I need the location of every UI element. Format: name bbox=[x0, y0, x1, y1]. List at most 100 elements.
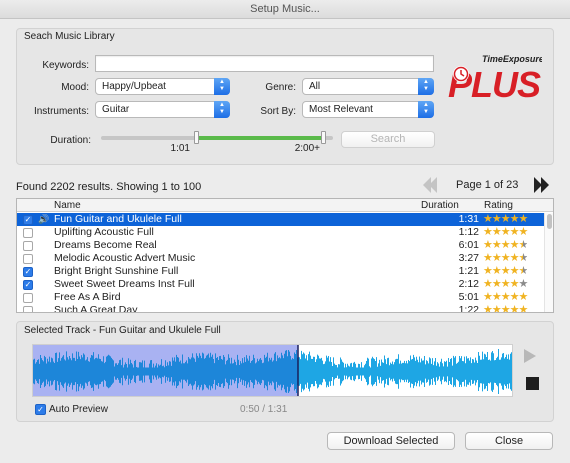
genre-select[interactable]: All ▲ ▼ bbox=[302, 78, 434, 95]
instruments-select-value: Guitar bbox=[102, 104, 130, 115]
star-icon: ★ bbox=[491, 252, 502, 264]
duration-slider-range bbox=[198, 136, 323, 140]
auto-preview-label[interactable]: Auto Preview bbox=[49, 404, 108, 415]
track-duration: 1:12 bbox=[458, 226, 479, 238]
duration-min-handle[interactable] bbox=[194, 131, 199, 144]
track-duration: 1:21 bbox=[458, 265, 479, 277]
track-duration: 1:31 bbox=[458, 213, 479, 225]
table-row[interactable]: Dreams Become Real 6:01 ★★★★★ bbox=[17, 239, 544, 252]
row-checkbox[interactable]: ✓ bbox=[23, 267, 33, 277]
keywords-label: Keywords: bbox=[42, 60, 89, 71]
track-duration: 5:01 bbox=[458, 291, 479, 303]
logo-small-text: TimeExposure bbox=[482, 54, 542, 64]
stop-icon[interactable] bbox=[526, 377, 539, 390]
table-row[interactable]: Melodic Acoustic Advert Music 3:27 ★★★★★ bbox=[17, 252, 544, 265]
table-row[interactable]: ✓ Sweet Sweet Dreams Inst Full 2:12 ★★★★★ bbox=[17, 278, 544, 291]
row-checkbox[interactable] bbox=[23, 241, 33, 251]
table-row[interactable]: Such A Great Day 1:22 ★★★★★ bbox=[17, 304, 544, 313]
play-icon[interactable] bbox=[524, 349, 536, 363]
track-name: Fun Guitar and Ukulele Full bbox=[54, 213, 182, 225]
chevron-updown-icon: ▲ ▼ bbox=[418, 101, 434, 118]
genre-select-value: All bbox=[309, 81, 321, 92]
star-icon: ★ bbox=[509, 252, 520, 264]
row-checkbox[interactable]: ✓ bbox=[23, 215, 33, 225]
track-rating: ★★★★★ bbox=[483, 239, 529, 252]
star-icon: ★ bbox=[518, 226, 529, 238]
table-row[interactable]: ✓ Bright Bright Sunshine Full 1:21 ★★★★★ bbox=[17, 265, 544, 278]
row-checkbox[interactable]: ✓ bbox=[23, 280, 33, 290]
star-icon: ★ bbox=[483, 226, 493, 238]
search-section-title: Seach Music Library bbox=[24, 31, 115, 42]
sortby-select-value: Most Relevant bbox=[309, 104, 373, 115]
track-name: Uplifting Acoustic Full bbox=[54, 226, 154, 238]
track-rating: ★★★★★ bbox=[483, 265, 529, 278]
star-icon: ★ bbox=[491, 304, 502, 313]
star-icon: ★ bbox=[518, 265, 529, 277]
sortby-select[interactable]: Most Relevant ▲ ▼ bbox=[302, 101, 434, 118]
page-indicator: Page 1 of 23 bbox=[456, 179, 519, 191]
star-icon: ★ bbox=[500, 252, 511, 264]
table-row[interactable]: ✓ 🔊 Fun Guitar and Ukulele Full 1:31 ★★★★★ bbox=[17, 213, 544, 226]
duration-min-value: 1:01 bbox=[170, 143, 190, 154]
star-icon: ★ bbox=[483, 265, 493, 277]
track-rating: ★★★★★ bbox=[483, 213, 528, 226]
duration-slider[interactable] bbox=[101, 136, 333, 140]
column-name[interactable]: Name bbox=[54, 200, 81, 211]
column-duration[interactable]: Duration bbox=[421, 200, 459, 211]
star-icon: ★ bbox=[518, 304, 529, 313]
star-icon: ★ bbox=[518, 291, 529, 303]
download-selected-button[interactable]: Download Selected bbox=[327, 432, 455, 450]
star-icon: ★ bbox=[518, 252, 529, 264]
auto-preview-checkbox[interactable]: ✓ bbox=[35, 404, 46, 415]
mood-select[interactable]: Happy/Upbeat ▲ ▼ bbox=[95, 78, 230, 95]
star-icon: ★ bbox=[500, 304, 511, 313]
table-row[interactable]: Free As A Bird 5:01 ★★★★★ bbox=[17, 291, 544, 304]
time-exposure-plus-logo: TimeExposure PLUS bbox=[446, 52, 544, 105]
row-checkbox[interactable] bbox=[23, 228, 33, 238]
genre-label: Genre: bbox=[265, 82, 296, 93]
track-name: Melodic Acoustic Advert Music bbox=[54, 252, 196, 264]
player-section-title: Selected Track - Fun Guitar and Ukulele … bbox=[24, 325, 221, 336]
star-icon: ★ bbox=[491, 291, 502, 303]
chevron-updown-icon: ▲ ▼ bbox=[418, 78, 434, 95]
waveform-graphic bbox=[33, 345, 512, 396]
instruments-select[interactable]: Guitar ▲ ▼ bbox=[95, 101, 230, 118]
track-duration: 6:01 bbox=[458, 239, 479, 251]
star-icon: ★ bbox=[500, 226, 511, 238]
track-name: Such A Great Day bbox=[54, 304, 138, 313]
table-scrollbar-thumb[interactable] bbox=[547, 214, 552, 229]
star-icon: ★ bbox=[500, 278, 511, 290]
column-rating[interactable]: Rating bbox=[484, 200, 513, 211]
track-duration: 3:27 bbox=[458, 252, 479, 264]
row-checkbox[interactable] bbox=[23, 306, 33, 312]
star-icon: ★ bbox=[491, 239, 502, 251]
star-icon: ★ bbox=[500, 265, 511, 277]
logo-graphic: TimeExposure PLUS bbox=[448, 54, 544, 105]
prev-page-icon-2 bbox=[429, 177, 437, 193]
track-name: Sweet Sweet Dreams Inst Full bbox=[54, 278, 195, 290]
star-icon: ★ bbox=[509, 291, 520, 303]
row-checkbox[interactable] bbox=[23, 293, 33, 303]
table-row[interactable]: Uplifting Acoustic Full 1:12 ★★★★★ bbox=[17, 226, 544, 239]
keywords-input[interactable] bbox=[95, 55, 434, 72]
close-button[interactable]: Close bbox=[465, 432, 553, 450]
duration-max-value: 2:00+ bbox=[294, 143, 320, 154]
track-rating: ★★★★★ bbox=[483, 304, 529, 313]
search-button[interactable]: Search bbox=[341, 131, 435, 148]
table-scrollbar[interactable] bbox=[544, 213, 553, 312]
results-table[interactable]: Name Duration Rating ✓ 🔊 Fun Guitar and Uk… bbox=[16, 198, 554, 313]
row-checkbox[interactable] bbox=[23, 254, 33, 264]
track-rating: ★★★★★ bbox=[483, 291, 529, 304]
star-icon: ★ bbox=[483, 239, 493, 251]
star-icon: ★ bbox=[518, 239, 529, 251]
star-icon: ★ bbox=[491, 278, 502, 290]
duration-max-handle[interactable] bbox=[321, 131, 326, 144]
star-icon: ★ bbox=[483, 252, 493, 264]
star-icon: ★ bbox=[500, 213, 511, 225]
duration-label: Duration: bbox=[50, 135, 91, 146]
track-rating: ★★★★★ bbox=[483, 252, 529, 265]
track-rating: ★★★★★ bbox=[483, 226, 529, 239]
star-icon: ★ bbox=[500, 291, 511, 303]
instruments-label: Instruments: bbox=[33, 106, 89, 117]
waveform[interactable] bbox=[32, 344, 513, 397]
